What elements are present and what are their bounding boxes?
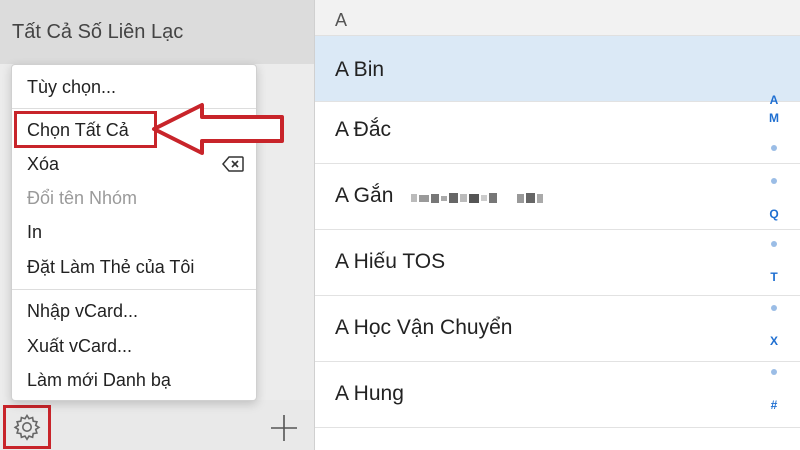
add-contact-button[interactable] [266,410,302,446]
index-letter-q[interactable]: Q [764,207,784,221]
sidebar-title[interactable]: Tất Cả Số Liên Lạc [12,21,183,44]
index-letter-x[interactable]: X [764,334,784,348]
contact-name: A Hung [335,382,404,405]
index-letter-m[interactable]: M [764,111,784,125]
contact-name: A Bin [335,58,385,81]
delete-left-icon [222,156,244,172]
index-dot[interactable] [771,145,777,151]
pixelated-text [411,193,543,203]
contact-name: A Học Vận Chuyển [335,316,513,339]
menu-item-print[interactable]: In [12,217,256,247]
contact-row[interactable]: A Học Vận Chuyển [315,296,800,362]
menu-item-import-vcard[interactable]: Nhập vCard... [12,296,256,326]
contact-name: A Hiếu TOS [335,250,446,273]
sidebar-header: Tất Cả Số Liên Lạc [0,0,314,64]
gear-icon [13,413,41,441]
index-letter-hash[interactable]: # [764,398,784,412]
settings-button[interactable] [3,405,51,449]
menu-item-export-vcard[interactable]: Xuất vCard... [12,331,256,361]
menu-item-refresh-contacts[interactable]: Làm mới Danh bạ [12,365,256,395]
contact-row[interactable]: A Gắn [315,164,800,230]
index-dot[interactable] [771,369,777,375]
index-letter-t[interactable]: T [764,270,784,284]
section-letter: A [335,10,348,30]
contact-row[interactable]: A Đắc [315,98,800,164]
index-dot[interactable] [771,241,777,247]
contact-name: A Gắn [335,184,394,207]
plus-icon [271,415,297,441]
contact-row[interactable]: A Hung [315,362,800,428]
contact-list: A A Bin A Đắc A Gắn A Hiếu TOS A Học Vận… [315,0,800,450]
menu-item-delete-label: Xóa [27,154,60,174]
pointer-arrow-icon [152,103,284,155]
index-letter-a[interactable]: A [764,93,784,107]
contact-row[interactable]: A Hiếu TOS [315,230,800,296]
index-dot[interactable] [771,178,777,184]
contact-name: A Đắc [335,118,392,141]
menu-item-make-my-card[interactable]: Đặt Làm Thẻ của Tôi [12,252,256,282]
select-all-highlight [14,111,157,148]
index-dot[interactable] [771,305,777,311]
contact-row[interactable]: A Bin [315,36,800,102]
section-header: A [315,0,800,36]
menu-item-options[interactable]: Tùy chọn... [12,72,256,102]
menu-separator [12,289,256,290]
menu-item-rename-group: Đổi tên Nhóm [27,188,138,208]
